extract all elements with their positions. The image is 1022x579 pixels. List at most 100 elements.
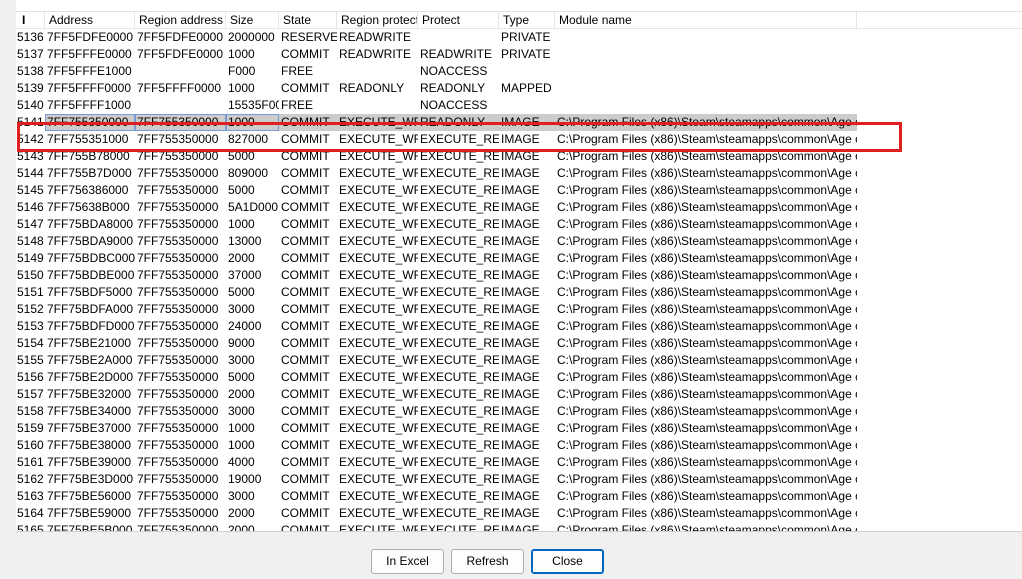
cell-region-protect: EXECUTE_WRITECOPY [339, 438, 418, 452]
column-header-size[interactable]: Size [226, 12, 279, 29]
cell-region-address: 7FF755350000 [137, 251, 219, 265]
cell-size: 5000 [228, 183, 255, 197]
cell-type [499, 97, 555, 114]
table-row[interactable]: 5147 7FF75BDA8000 7FF755350000 1000 COMMIT EX… [16, 216, 1022, 233]
cell-region-address [135, 97, 226, 114]
memory-regions-list[interactable]: I Address Region address Size State Region pr… [16, 12, 1022, 532]
cell-region-protect: EXECUTE_WRITECOPY [339, 472, 418, 486]
in-excel-button[interactable]: In Excel [371, 549, 444, 574]
cell-region-address: 7FF755350000 [137, 268, 219, 282]
cell-index: 5149 [17, 251, 44, 265]
table-row[interactable]: 5161 7FF75BE39000 7FF755350000 4000 COMMIT EX… [16, 454, 1022, 471]
cell-state: COMMIT [281, 81, 330, 95]
cell-address: 7FF755350000 [45, 114, 135, 131]
table-row[interactable]: 5164 7FF75BE59000 7FF755350000 2000 COMMIT EX… [16, 505, 1022, 522]
column-header-type[interactable]: Type [499, 12, 555, 29]
cell-state: FREE [281, 98, 314, 112]
cell-state: COMMIT [281, 387, 330, 401]
cell-size: 3000 [228, 353, 255, 367]
cell-index: 5158 [17, 404, 44, 418]
button-bar: In Excel Refresh Close [0, 532, 1022, 579]
cell-module-name [555, 63, 857, 80]
refresh-button[interactable]: Refresh [451, 549, 524, 574]
cell-address: 7FF75BDFA000 [47, 302, 134, 316]
cell-size: 1000 [228, 81, 255, 95]
table-row[interactable]: 5159 7FF75BE37000 7FF755350000 1000 COMMIT EX… [16, 420, 1022, 437]
table-row[interactable]: 5139 7FF5FFFF0000 7FF5FFFF0000 1000 COMMIT RE… [16, 80, 1022, 97]
column-header-region-address[interactable]: Region address [135, 12, 226, 29]
table-row[interactable]: 5137 7FF5FFFE0000 7FF5FDFE0000 1000 COMMIT RE… [16, 46, 1022, 63]
cell-type: IMAGE [501, 302, 540, 316]
table-row[interactable]: 5154 7FF75BE21000 7FF755350000 9000 COMMIT EX… [16, 335, 1022, 352]
cell-protect: READONLY [418, 114, 499, 131]
table-row[interactable]: 51407FF5FFFF1000 15535F000FREE NOACCESS [16, 97, 1022, 114]
table-row[interactable]: 5141 7FF755350000 7FF755350000 1000 COMMIT EX… [16, 114, 1022, 131]
table-row[interactable]: 5142 7FF755351000 7FF755350000 827000 COMMIT… [16, 131, 1022, 148]
cell-region-address: 7FF755350000 [137, 438, 219, 452]
cell-index: 5153 [17, 319, 44, 333]
table-row[interactable]: 5151 7FF75BDF5000 7FF755350000 5000 COMMIT EX… [16, 284, 1022, 301]
cell-address: 7FF75BE3D000 [47, 472, 134, 486]
cell-index: 5155 [17, 353, 44, 367]
table-row[interactable]: 5162 7FF75BE3D000 7FF755350000 19000 COMMIT E… [16, 471, 1022, 488]
cell-region-protect: EXECUTE_WRITECOPY [339, 421, 418, 435]
table-row[interactable]: 5152 7FF75BDFA000 7FF755350000 3000 COMMIT EX… [16, 301, 1022, 318]
table-row[interactable]: 5163 7FF75BE56000 7FF755350000 3000 COMMIT EX… [16, 488, 1022, 505]
column-header-address[interactable]: Address [45, 12, 135, 29]
table-row[interactable]: 5146 7FF75638B000 7FF755350000 5A1D000 COMMI… [16, 199, 1022, 216]
column-header-protect[interactable]: Protect [418, 12, 499, 29]
cell-protect: NOACCESS [420, 98, 488, 112]
cell-address: 7FF755351000 [47, 132, 129, 146]
cell-module-name: C:\Program Files (x86)\Steam\steamapps\c… [557, 302, 857, 316]
column-header-state[interactable]: State [279, 12, 337, 29]
cell-region-address: 7FF755350000 [137, 285, 219, 299]
cell-region-address: 7FF755350000 [137, 472, 219, 486]
cell-size: 2000 [228, 506, 255, 520]
cell-address: 7FF75BE32000 [47, 387, 132, 401]
cell-module-name: C:\Program Files (x86)\Steam\steamapps\c… [557, 387, 857, 401]
column-header-module-name[interactable]: Module name [555, 12, 857, 29]
cell-module-name: C:\Program Files (x86)\Steam\steamapps\c… [557, 217, 857, 231]
cell-state: COMMIT [281, 285, 330, 299]
table-row[interactable]: 5155 7FF75BE2A000 7FF755350000 3000 COMMIT EX… [16, 352, 1022, 369]
close-button[interactable]: Close [531, 549, 604, 574]
table-row[interactable]: 5143 7FF755B78000 7FF755350000 5000 COMMIT EX… [16, 148, 1022, 165]
table-row[interactable]: 5157 7FF75BE32000 7FF755350000 2000 COMMIT EX… [16, 386, 1022, 403]
cell-type: IMAGE [501, 353, 540, 367]
cell-protect: EXECUTE_READ [420, 387, 499, 401]
cell-region-address: 7FF755350000 [137, 217, 219, 231]
table-row[interactable]: 5160 7FF75BE38000 7FF755350000 1000 COMMIT EX… [16, 437, 1022, 454]
table-row[interactable]: 5150 7FF75BDBE000 7FF755350000 37000 COMMIT E… [16, 267, 1022, 284]
table-row[interactable]: 5158 7FF75BE34000 7FF755350000 3000 COMMIT EX… [16, 403, 1022, 420]
cell-address: 7FF5FDFE0000 [47, 30, 134, 44]
cell-state: COMMIT [281, 421, 330, 435]
cell-module-name: C:\Program Files (x86)\Steam\steamapps\c… [557, 234, 857, 248]
cell-address: 7FF75638B000 [47, 200, 130, 214]
table-row[interactable]: 5145 7FF756386000 7FF755350000 5000 COMMIT EX… [16, 182, 1022, 199]
cell-region-protect: EXECUTE_WRITECOPY [339, 353, 418, 367]
cell-type: IMAGE [501, 132, 540, 146]
column-header-index[interactable]: I [16, 12, 45, 29]
rows-container: 5136 7FF5FDFE0000 7FF5FDFE0000 2000000 RESER… [16, 29, 1022, 532]
table-row[interactable]: 5156 7FF75BE2D000 7FF755350000 5000 COMMIT EX… [16, 369, 1022, 386]
cell-address: 7FF75BE34000 [47, 404, 132, 418]
cell-protect: EXECUTE_READ [420, 285, 499, 299]
table-row[interactable]: 5136 7FF5FDFE0000 7FF5FDFE0000 2000000 RESER… [16, 29, 1022, 46]
table-row[interactable]: 5144 7FF755B7D000 7FF755350000 809000 COMMIT… [16, 165, 1022, 182]
cell-address: 7FF75BDF5000 [47, 285, 133, 299]
cell-index: 5141 [17, 115, 44, 129]
cell-state: COMMIT [281, 404, 330, 418]
table-row[interactable]: 5149 7FF75BDBC000 7FF755350000 2000 COMMIT EX… [16, 250, 1022, 267]
cell-state: COMMIT [281, 438, 330, 452]
cell-module-name: C:\Program Files (x86)\Steam\steamapps\c… [557, 132, 857, 146]
cell-index: 5147 [17, 217, 44, 231]
cell-region-address [135, 63, 226, 80]
table-row[interactable]: 5153 7FF75BDFD000 7FF755350000 24000 COMMIT E… [16, 318, 1022, 335]
cell-address: 7FF75BDA8000 [47, 217, 134, 231]
table-row[interactable]: 5138 7FF5FFFE1000 F000 FREE NOACCESS [16, 63, 1022, 80]
cell-module-name: C:\Program Files (x86)\Steam\steamapps\c… [557, 149, 857, 163]
table-row[interactable]: 5148 7FF75BDA9000 7FF755350000 13000 COMMIT E… [16, 233, 1022, 250]
cell-region-protect: READWRITE [339, 47, 411, 61]
column-header-region-protect[interactable]: Region protect [337, 12, 418, 29]
cell-index: 5136 [17, 30, 44, 44]
